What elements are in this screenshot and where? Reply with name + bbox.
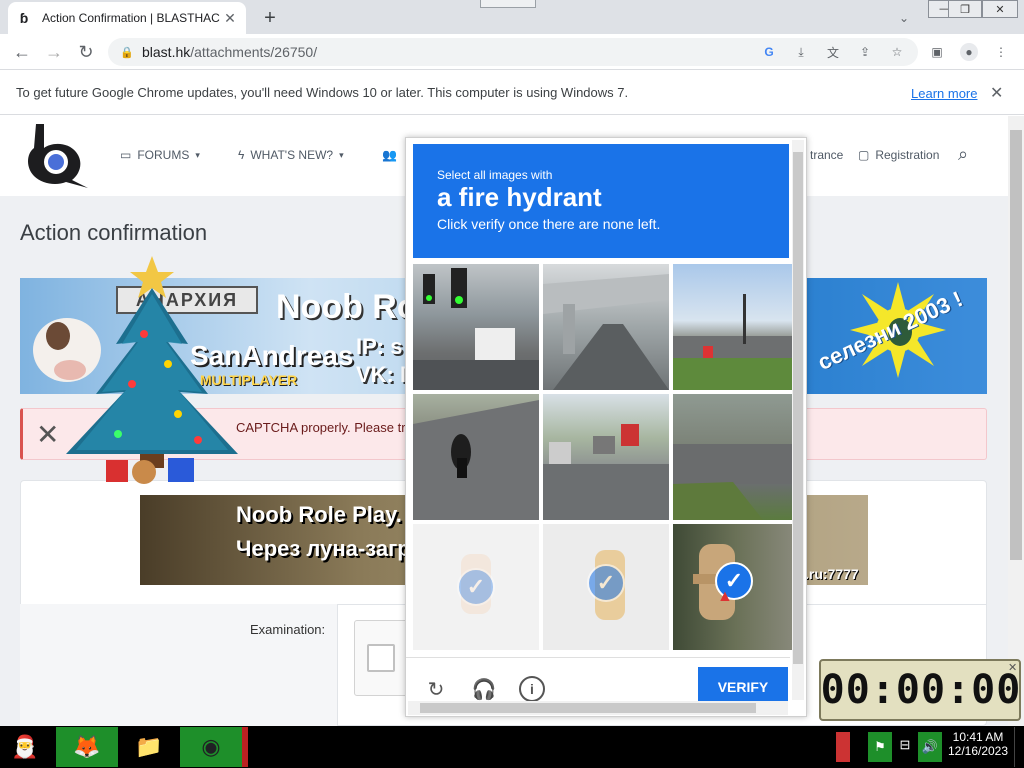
browser-tab[interactable]: ɓ Action Confirmation | BLASTHAC ✕: [8, 2, 246, 34]
forums-icon: ▭: [120, 148, 132, 162]
timer-close-icon[interactable]: ✕: [1008, 661, 1017, 674]
captcha-tile-9[interactable]: ✓ ▲: [673, 524, 799, 650]
page-title: Action confirmation: [20, 220, 208, 245]
chevron-down-icon: ▾: [195, 149, 200, 160]
show-desktop-button[interactable]: [1014, 727, 1024, 767]
menu-kebab-icon[interactable]: ⋮: [992, 43, 1010, 61]
clock-time: 10:41 AM: [952, 730, 1004, 744]
tray-flag-icon[interactable]: ⚑: [868, 732, 892, 762]
nav-registration[interactable]: ▢ Registration: [858, 148, 939, 162]
site-search-icon[interactable]: ⌕: [958, 144, 968, 165]
nav-forums-label: FORUMS: [137, 148, 190, 162]
info-bar-close-icon[interactable]: ✕: [990, 83, 1003, 103]
tile-overpass-image: [543, 274, 669, 390]
back-arrow-icon[interactable]: ←: [10, 40, 34, 64]
clock-date: 12/16/2023: [947, 744, 1009, 758]
google-icon[interactable]: G: [760, 43, 778, 61]
captcha-tile-5[interactable]: [543, 394, 669, 520]
tile-traffic-light-image: [413, 268, 539, 390]
window-close-button[interactable]: ✕: [982, 0, 1018, 18]
blasthack-logo-icon[interactable]: [22, 122, 90, 190]
users-icon: 👥: [382, 148, 397, 162]
captcha-tile-7[interactable]: ✓: [413, 524, 539, 650]
recaptcha-checkbox[interactable]: [367, 644, 395, 672]
lightning-icon: ϟ: [238, 148, 245, 162]
nav-whats-new-label: WHAT'S NEW?: [250, 148, 334, 162]
tile-street-corner-image: [673, 444, 799, 520]
forward-arrow-icon[interactable]: →: [42, 40, 66, 64]
tile-selected-check-icon: ✓: [587, 564, 625, 602]
chevron-down-icon: ▾: [339, 149, 344, 160]
side-panel-icon[interactable]: ▣: [928, 43, 946, 61]
captcha-target-object: a fire hydrant: [437, 182, 602, 212]
examination-label: Examination:: [250, 622, 326, 637]
translate-icon[interactable]: 文: [824, 43, 842, 61]
info-bar-message: To get future Google Chrome updates, you…: [16, 85, 629, 100]
learn-more-link[interactable]: Learn more: [911, 86, 977, 101]
captcha-instruction-bottom: Click verify once there are none left.: [437, 216, 661, 232]
alert-message: CAPTCHA properly. Please try: [236, 420, 413, 435]
url-path: /attachments/26750/: [190, 44, 318, 60]
audio-headphones-icon[interactable]: 🎧: [471, 676, 497, 702]
nav-forums[interactable]: ▭ FORUMS ▾: [120, 148, 200, 162]
taskbar-explorer-icon[interactable]: 📁: [118, 727, 180, 767]
tile-motorcycle-image: [413, 400, 539, 520]
tray-app-icon[interactable]: [836, 732, 850, 762]
url-host: blast.hk: [142, 44, 191, 60]
captcha-horizontal-scrollbar-thumb[interactable]: [420, 703, 756, 713]
captcha-tile-3[interactable]: [673, 264, 799, 390]
tile-traffic-cars-image: [543, 424, 669, 520]
new-tab-button[interactable]: +: [258, 6, 282, 30]
tab-close-icon[interactable]: ✕: [222, 10, 238, 27]
tray-volume-icon[interactable]: 🔊: [918, 732, 942, 762]
mouse-cursor-icon: ▲: [717, 588, 733, 605]
page-scrollbar-thumb[interactable]: [1010, 130, 1022, 560]
restore-button[interactable]: ❐: [948, 0, 982, 18]
nav-whats-new[interactable]: ϟ WHAT'S NEW? ▾: [238, 148, 344, 162]
taskbar-divider: [242, 727, 248, 767]
christmas-tree-icon: [66, 256, 238, 484]
info-icon[interactable]: i: [519, 676, 545, 702]
reload-icon[interactable]: ↻: [74, 40, 98, 64]
window-grab-handle[interactable]: [480, 0, 536, 8]
taskbar-chrome-icon[interactable]: ◉: [180, 727, 242, 767]
captcha-footer-divider: [406, 657, 790, 658]
share-icon[interactable]: ⇪: [856, 43, 874, 61]
banner-vk: VK: I: [356, 362, 407, 387]
tile-selected-check-icon: ✓: [457, 568, 495, 606]
tile-intersection-image: [673, 294, 799, 390]
captcha-tile-4[interactable]: [413, 394, 539, 520]
tab-search-chevron-icon[interactable]: ⌄: [894, 8, 914, 28]
captcha-tile-8[interactable]: ✓: [543, 524, 669, 650]
registration-icon: ▢: [858, 148, 870, 162]
info-bar: To get future Google Chrome updates, you…: [0, 71, 1024, 115]
banner-ip: IP: s: [356, 334, 403, 359]
timer-display: 00:00:00: [820, 667, 1022, 713]
profile-avatar-icon[interactable]: ●: [960, 43, 978, 61]
tray-network-icon[interactable]: ⊟: [896, 736, 914, 754]
tab-title: Action Confirmation | BLASTHAC: [42, 11, 220, 25]
captcha-tile-2[interactable]: [543, 264, 669, 390]
taskbar-clock[interactable]: 10:41 AM 12/16/2023: [946, 730, 1010, 758]
start-santa-icon[interactable]: 🎅: [0, 726, 50, 768]
lock-icon: 🔒: [120, 46, 134, 59]
captcha-vertical-scrollbar-thumb[interactable]: [793, 152, 803, 664]
banner2-line3: .ru:7777: [805, 566, 859, 582]
refresh-icon[interactable]: ↻: [423, 676, 449, 702]
captcha-instruction-top: Select all images with: [437, 168, 553, 182]
taskbar-firefox-icon[interactable]: 🦊: [56, 727, 118, 767]
nav-registration-label: Registration: [875, 148, 940, 162]
nav-login[interactable]: trance: [810, 148, 843, 162]
install-app-icon[interactable]: ⤓: [792, 43, 810, 61]
captcha-tile-6[interactable]: [673, 394, 799, 520]
captcha-tile-1[interactable]: [413, 264, 539, 390]
nav-members-icon[interactable]: 👥: [382, 148, 397, 162]
blasthack-favicon-icon: ɓ: [19, 10, 29, 26]
bookmark-star-icon[interactable]: ☆: [888, 43, 906, 61]
nav-login-label: trance: [810, 148, 844, 162]
